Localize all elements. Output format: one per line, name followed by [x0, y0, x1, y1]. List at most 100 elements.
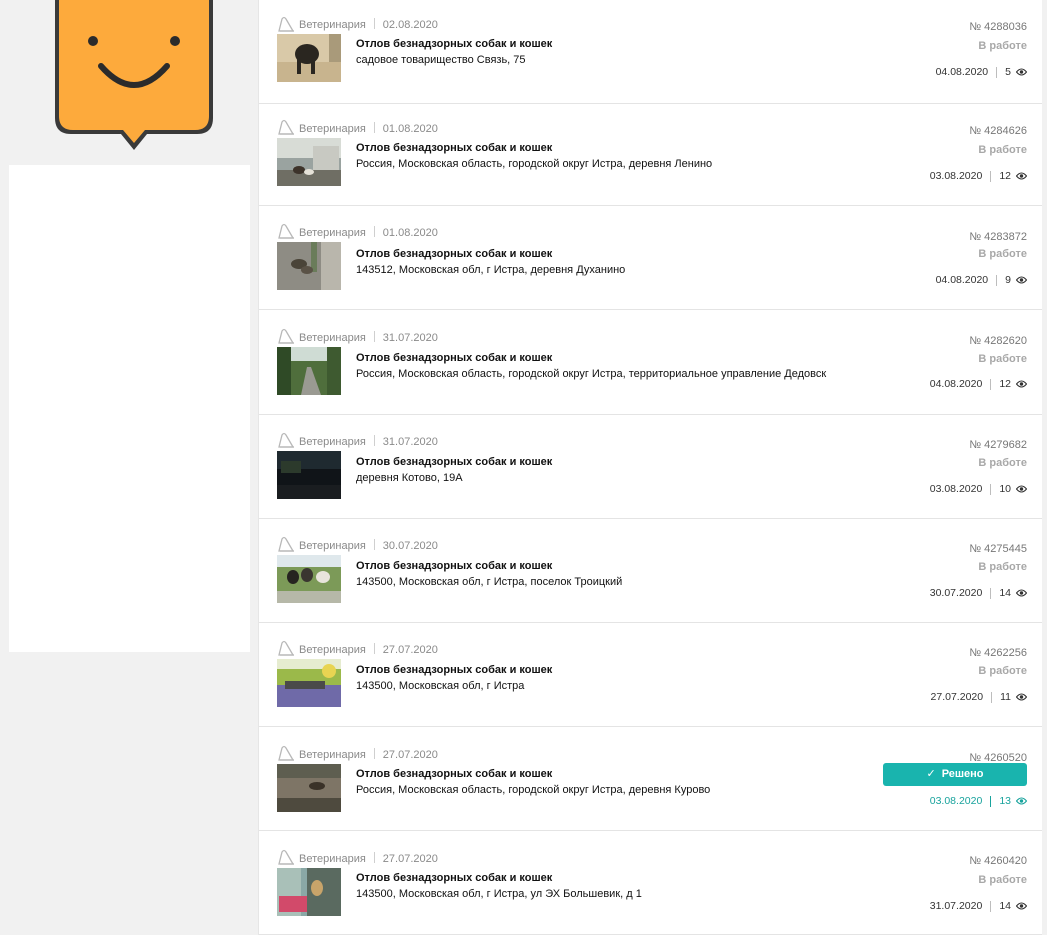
smiley-shield-logo[interactable] [51, 0, 217, 153]
request-meta: Ветеринария 27.07.2020 [299, 748, 438, 762]
request-address: 143512, Московская обл, г Истра, деревня… [356, 264, 626, 276]
status-label: В работе [978, 40, 1027, 52]
request-card[interactable]: Ветеринария 01.08.2020 Отлов безнадзорных… [259, 102, 1043, 206]
request-card[interactable]: Ветеринария 31.07.2020 Отлов безнадзорных… [259, 415, 1043, 519]
status-label: В работе [978, 248, 1027, 260]
veterinary-icon [278, 640, 295, 656]
category-label: Ветеринария [299, 19, 366, 31]
view-count: 12 [999, 170, 1011, 182]
request-address: 143500, Московская обл, г Истра, ул ЭХ Б… [356, 888, 642, 900]
request-number: № 4262256 [969, 647, 1027, 659]
eye-icon [1016, 68, 1027, 76]
request-photo[interactable] [277, 555, 341, 603]
updated-date: 31.07.2020 [929, 900, 983, 912]
request-number: № 4283872 [969, 231, 1027, 243]
eye-icon [1016, 485, 1027, 493]
updated-date: 04.08.2020 [935, 66, 989, 78]
veterinary-icon [278, 119, 295, 135]
request-title[interactable]: Отлов безнадзорных собак и кошек [356, 37, 552, 51]
request-title[interactable]: Отлов безнадзорных собак и кошек [356, 247, 552, 261]
request-stats: 30.07.2020 14 [930, 586, 1027, 600]
request-card[interactable]: Ветеринария 27.07.2020 Отлов безнадзорных… [259, 623, 1043, 727]
request-stats: 03.08.2020 12 [930, 169, 1027, 183]
created-date: 01.08.2020 [382, 227, 438, 239]
category-label: Ветеринария [299, 540, 366, 552]
category-label: Ветеринария [299, 332, 366, 344]
request-number: № 4284626 [969, 125, 1027, 137]
category-label: Ветеринария [299, 853, 366, 865]
request-card[interactable]: Ветеринария 01.08.2020 Отлов безнадзорных… [259, 206, 1043, 310]
request-address: деревня Котово, 19А [356, 472, 463, 484]
request-meta: Ветеринария 27.07.2020 [299, 852, 438, 866]
created-date: 02.08.2020 [382, 19, 438, 31]
request-card[interactable]: Ветеринария 27.07.2020 Отлов безнадзорных… [259, 727, 1043, 831]
request-stats: 04.08.2020 9 [936, 273, 1027, 287]
request-title[interactable]: Отлов безнадзорных собак и кошек [356, 351, 552, 365]
sidebar [0, 0, 258, 935]
request-meta: Ветеринария 30.07.2020 [299, 539, 438, 553]
request-title[interactable]: Отлов безнадзорных собак и кошек [356, 141, 552, 155]
request-photo[interactable] [277, 138, 341, 186]
eye-icon [1016, 902, 1027, 910]
request-meta: Ветеринария 31.07.2020 [299, 435, 438, 449]
view-count: 13 [999, 795, 1011, 807]
eye-icon [1016, 693, 1027, 701]
request-photo[interactable] [277, 34, 341, 82]
request-stats: 03.08.2020 10 [930, 482, 1027, 496]
updated-date: 03.08.2020 [929, 170, 983, 182]
request-photo[interactable] [277, 451, 341, 499]
solved-status-badge: ✓ Решено [883, 763, 1027, 786]
request-address: Россия, Московская область, городской ок… [356, 784, 711, 796]
request-photo[interactable] [277, 868, 341, 916]
request-card[interactable]: Ветеринария 30.07.2020 Отлов безнадзорных… [259, 519, 1043, 623]
request-card[interactable]: Ветеринария 02.08.2020 Отлов безнадзорных… [259, 0, 1043, 104]
veterinary-icon [278, 223, 295, 239]
request-stats: 04.08.2020 5 [936, 65, 1027, 79]
veterinary-icon [278, 16, 295, 32]
category-label: Ветеринария [299, 644, 366, 656]
request-photo[interactable] [277, 242, 341, 290]
request-meta: Ветеринария 01.08.2020 [299, 226, 438, 240]
status-label: В работе [978, 874, 1027, 886]
request-title[interactable]: Отлов безнадзорных собак и кошек [356, 559, 552, 573]
view-count: 11 [1000, 691, 1011, 703]
request-title[interactable]: Отлов безнадзорных собак и кошек [356, 455, 552, 469]
status-label: В работе [978, 561, 1027, 573]
request-stats: 04.08.2020 12 [930, 377, 1027, 391]
status-label: В работе [978, 353, 1027, 365]
request-photo[interactable] [277, 764, 341, 812]
status-label: В работе [978, 457, 1027, 469]
request-address: садовое товарищество Связь, 75 [356, 54, 526, 66]
request-card[interactable]: Ветеринария 31.07.2020 Отлов безнадзорных… [259, 311, 1043, 415]
request-address: 143500, Московская обл, г Истра [356, 680, 525, 692]
veterinary-icon [278, 536, 295, 552]
request-photo[interactable] [277, 659, 341, 707]
request-title[interactable]: Отлов безнадзорных собак и кошек [356, 871, 552, 885]
updated-date: 03.08.2020 [929, 795, 983, 807]
request-photo[interactable] [277, 347, 341, 395]
request-meta: Ветеринария 02.08.2020 [299, 18, 438, 32]
request-card[interactable]: Ветеринария 27.07.2020 Отлов безнадзорных… [259, 831, 1043, 935]
request-number: № 4275445 [969, 543, 1027, 555]
sidebar-panel [9, 165, 250, 652]
eye-icon [1016, 797, 1027, 805]
request-stats: 31.07.2020 14 [930, 899, 1027, 913]
view-count: 14 [999, 587, 1011, 599]
request-title[interactable]: Отлов безнадзорных собак и кошек [356, 663, 552, 677]
created-date: 31.07.2020 [382, 436, 438, 448]
created-date: 27.07.2020 [382, 749, 438, 761]
request-meta: Ветеринария 01.08.2020 [299, 122, 438, 136]
status-label: В работе [978, 665, 1027, 677]
status-label: В работе [978, 144, 1027, 156]
updated-date: 03.08.2020 [929, 483, 983, 495]
view-count: 12 [999, 378, 1011, 390]
eye-icon [1016, 172, 1027, 180]
request-address: Россия, Московская область, городской ок… [356, 158, 713, 170]
request-title[interactable]: Отлов безнадзорных собак и кошек [356, 767, 552, 781]
request-feed: Ветеринария 02.08.2020 Отлов безнадзорных… [258, 0, 1043, 935]
created-date: 27.07.2020 [382, 644, 438, 656]
category-label: Ветеринария [299, 227, 366, 239]
check-icon: ✓ [926, 768, 936, 780]
veterinary-icon [278, 328, 295, 344]
category-label: Ветеринария [299, 749, 366, 761]
